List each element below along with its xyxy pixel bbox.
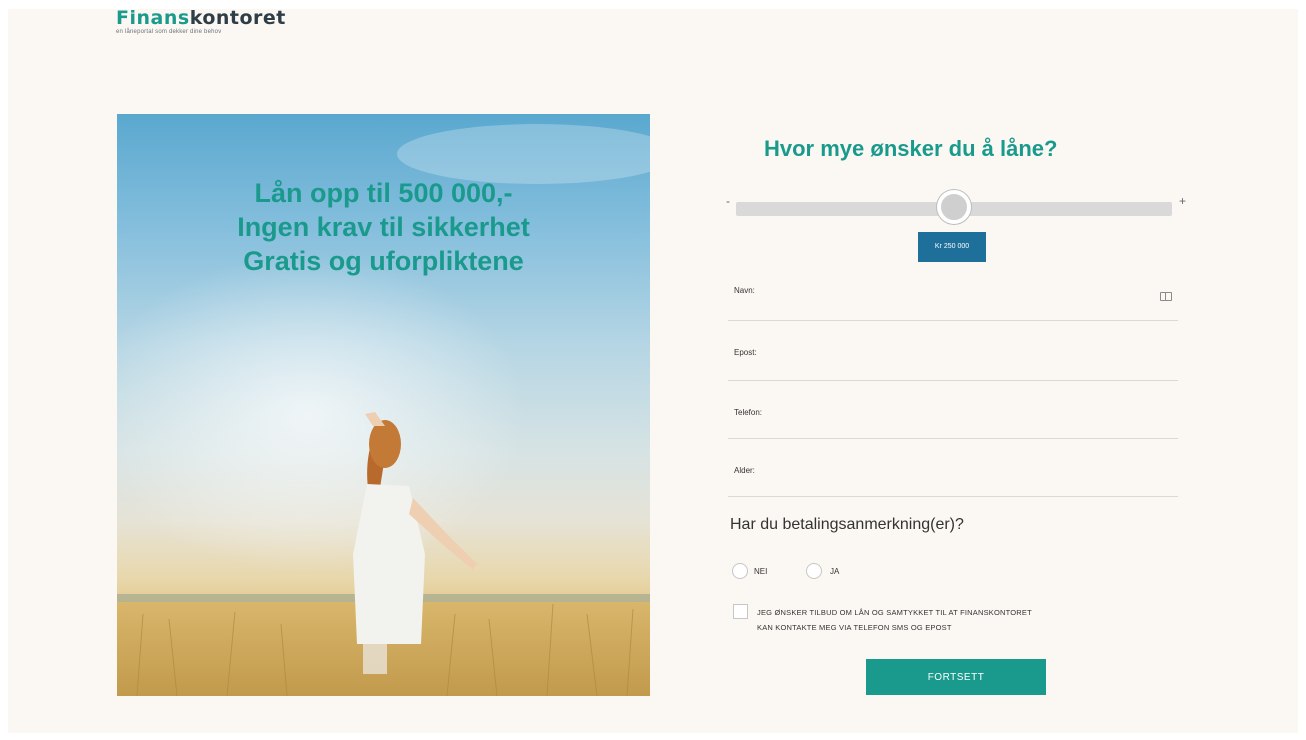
age-input[interactable] — [788, 452, 1152, 498]
consent-line-1: JEG ØNSKER TILBUD OM LÅN OG SAMTYKKET TI… — [757, 608, 1032, 617]
slider-handle[interactable] — [937, 190, 971, 224]
email-label: Epost: — [734, 348, 757, 357]
consent-checkbox[interactable] — [733, 604, 748, 619]
slider-increase-icon[interactable]: + — [1179, 194, 1186, 208]
radio-ja-label[interactable]: JA — [830, 567, 839, 576]
hero-line-3: Gratis og uforpliktene — [243, 246, 524, 276]
phone-input[interactable] — [788, 394, 1152, 440]
email-field[interactable]: Epost: — [728, 336, 1178, 382]
age-field[interactable]: Alder: — [728, 452, 1178, 498]
sun-glow — [117, 254, 527, 574]
continue-button[interactable]: FORTSETT — [866, 659, 1046, 695]
radio-ja[interactable] — [806, 563, 822, 579]
hero-headline: Lån opp til 500 000,- Ingen krav til sik… — [117, 176, 650, 278]
cloud — [397, 124, 650, 184]
contact-card-icon[interactable] — [1160, 292, 1172, 301]
age-label: Alder: — [734, 466, 755, 475]
name-label: Navn: — [734, 286, 755, 295]
hero-line-1: Lån opp til 500 000,- — [254, 178, 513, 208]
hero-image: Lån opp til 500 000,- Ingen krav til sik… — [117, 114, 650, 696]
logo-part-finans: Finans — [116, 7, 190, 29]
logo-part-kontoret: kontoret — [189, 7, 286, 29]
name-field[interactable]: Navn: — [728, 276, 1178, 322]
radio-nei-label[interactable]: NEI — [754, 567, 767, 576]
consent-text[interactable]: JEG ØNSKER TILBUD OM LÅN OG SAMTYKKET TI… — [757, 605, 1177, 635]
logo-tagline: en låneportal som dekker dine behov — [116, 29, 222, 35]
payment-remarks-question: Har du betalingsanmerkning(er)? — [730, 516, 964, 533]
slider-decrease-icon[interactable]: - — [726, 194, 730, 208]
loan-question-title: Hvor mye ønsker du å låne? — [764, 136, 1058, 161]
consent-line-2: KAN KONTAKTE MEG VIA TELEFON SMS OG EPOS… — [757, 623, 952, 632]
logo-wordmark: Finanskontoret — [116, 8, 286, 28]
loan-amount-slider[interactable]: - + — [726, 188, 1186, 224]
logo[interactable]: Finanskontoret en låneportal som dekker … — [116, 8, 286, 35]
phone-label: Telefon: — [734, 408, 763, 417]
email-input[interactable] — [788, 336, 1152, 382]
phone-field[interactable]: Telefon: — [728, 394, 1178, 440]
radio-nei[interactable] — [732, 563, 748, 579]
name-input[interactable] — [788, 276, 1152, 322]
hero-line-2: Ingen krav til sikkerhet — [237, 212, 530, 242]
loan-amount-badge: Kr 250 000 — [918, 232, 986, 262]
